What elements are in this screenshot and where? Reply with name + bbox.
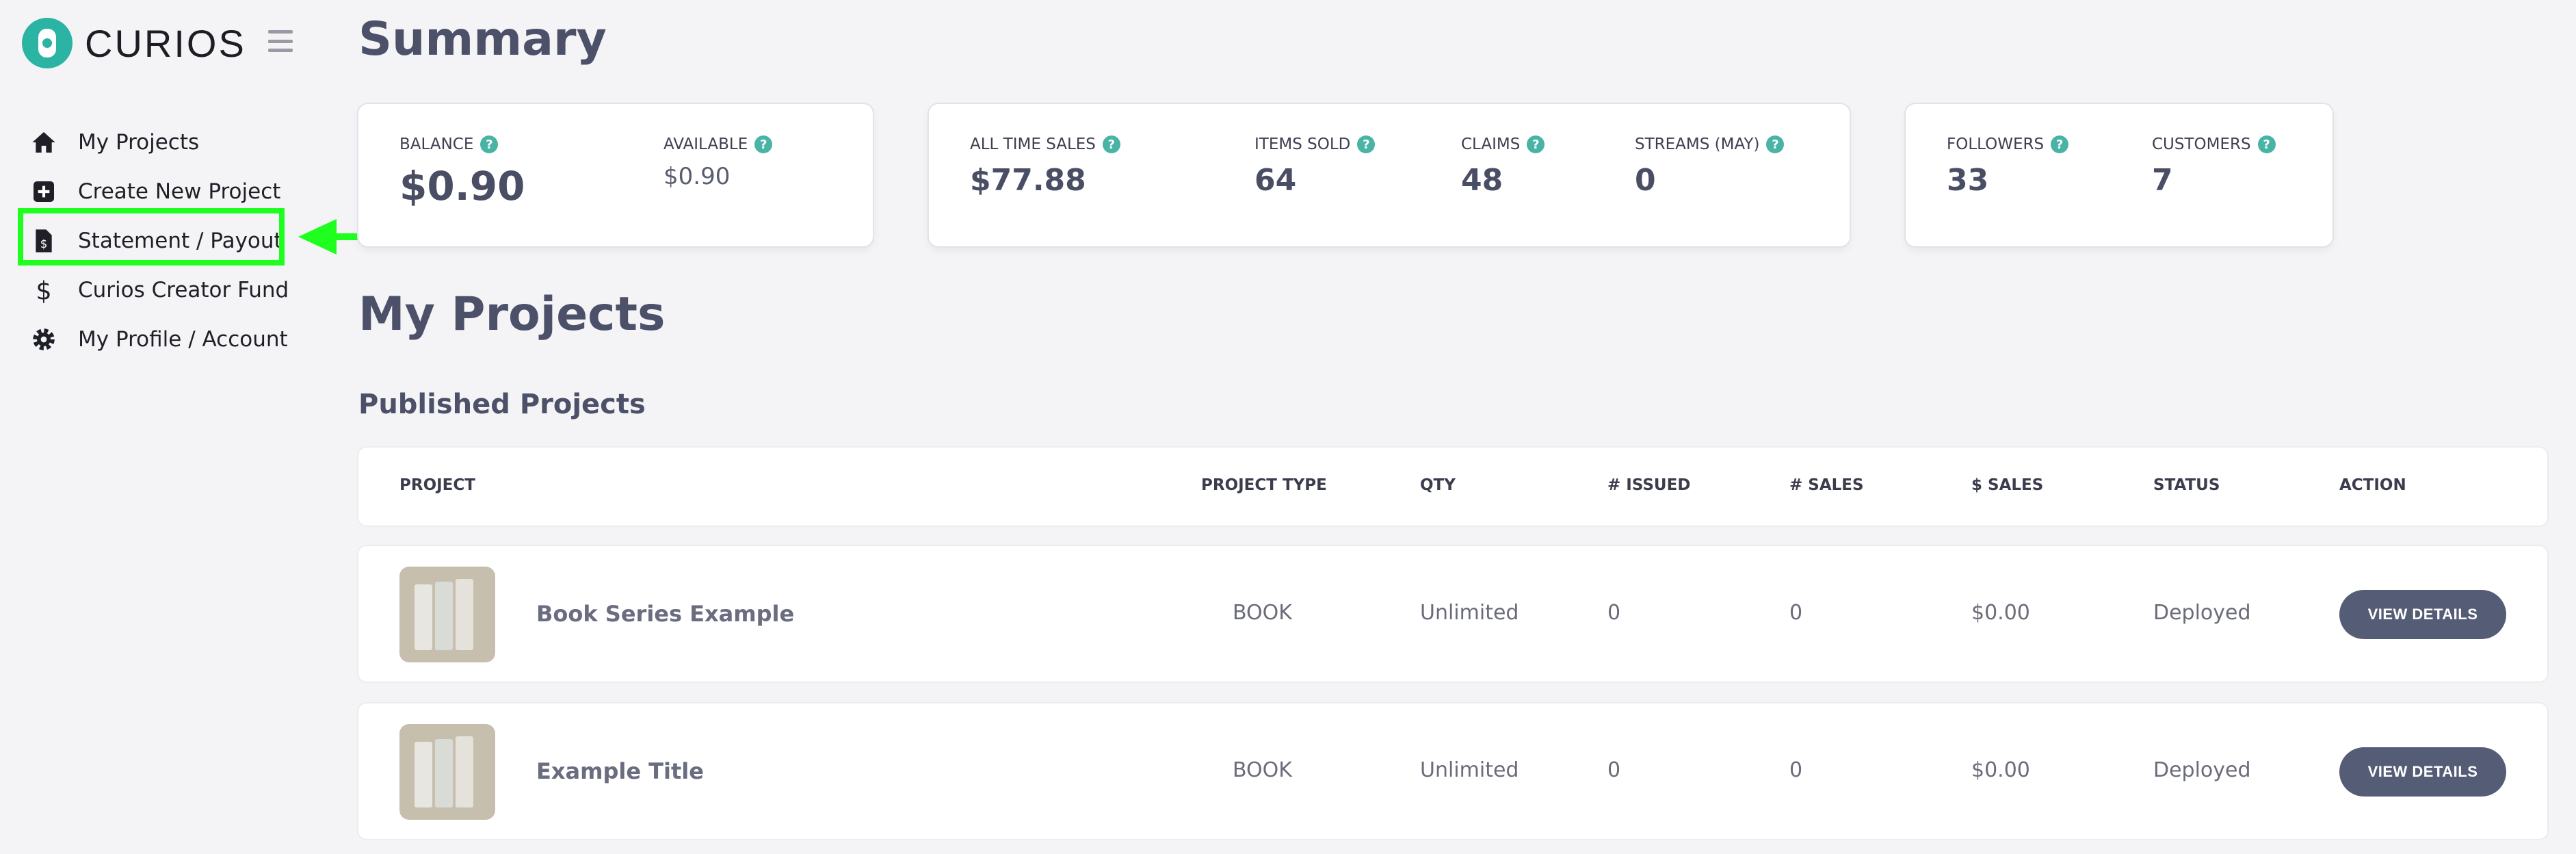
- audience-card: FOLLOWERS? 33 CUSTOMERS? 7: [1906, 104, 2332, 246]
- available-value: $0.90: [663, 163, 731, 190]
- column-project[interactable]: PROJECT: [399, 476, 475, 494]
- help-icon[interactable]: ?: [2257, 135, 2276, 153]
- curios-logo-icon: [22, 18, 73, 68]
- gear-icon: [27, 323, 60, 356]
- items-sold-stat: ITEMS SOLD? 64: [1254, 135, 1376, 198]
- sidebar-item-my-projects[interactable]: My Projects: [27, 118, 289, 167]
- customers-value: 7: [2152, 163, 2173, 198]
- claims-label: CLAIMS: [1461, 135, 1521, 153]
- sidebar-item-label: Create New Project: [78, 179, 281, 204]
- column-project-type[interactable]: PROJECT TYPE: [1201, 476, 1327, 494]
- streams-label: STREAMS (MAY): [1635, 135, 1760, 153]
- items-sold-label: ITEMS SOLD: [1254, 135, 1351, 153]
- column-action: ACTION: [2339, 476, 2406, 494]
- available-label: AVAILABLE: [663, 135, 748, 153]
- sidebar-item-profile-account[interactable]: My Profile / Account: [27, 315, 289, 364]
- sidebar-item-creator-fund[interactable]: $ Curios Creator Fund: [27, 266, 289, 315]
- all-time-sales-label: ALL TIME SALES: [970, 135, 1096, 153]
- followers-stat: FOLLOWERS? 33: [1947, 135, 2069, 198]
- followers-value: 33: [1947, 163, 1989, 198]
- streams-value: 0: [1635, 163, 1656, 198]
- customers-label: CUSTOMERS: [2152, 135, 2251, 153]
- project-issued: 0: [1607, 758, 1621, 782]
- help-icon[interactable]: ?: [1527, 135, 1545, 153]
- balance-value: $0.90: [399, 163, 525, 209]
- table-header: PROJECT PROJECT TYPE QTY # ISSUED # SALE…: [358, 448, 2547, 526]
- sales-card: ALL TIME SALES? $77.88 ITEMS SOLD? 64 CL…: [929, 104, 1850, 246]
- project-qty: Unlimited: [1420, 601, 1519, 625]
- customers-stat: CUSTOMERS? 7: [2152, 135, 2276, 198]
- sidebar-item-label: Curios Creator Fund: [78, 278, 289, 302]
- column-status[interactable]: STATUS: [2153, 476, 2220, 494]
- home-icon: [27, 126, 60, 159]
- project-title[interactable]: Book Series Example: [536, 601, 794, 627]
- dollar-icon: $: [27, 274, 60, 307]
- column-dollar-sales[interactable]: $ SALES: [1971, 476, 2043, 494]
- project-thumbnail: [399, 567, 495, 662]
- claims-stat: CLAIMS? 48: [1461, 135, 1545, 198]
- all-time-sales-stat: ALL TIME SALES? $77.88: [970, 135, 1120, 198]
- help-icon[interactable]: ?: [2051, 135, 2069, 153]
- balance-label: BALANCE: [399, 135, 474, 153]
- followers-label: FOLLOWERS: [1947, 135, 2045, 153]
- svg-text:$: $: [36, 276, 51, 304]
- help-icon[interactable]: ?: [1102, 135, 1120, 153]
- items-sold-value: 64: [1254, 163, 1297, 198]
- column-sales[interactable]: # SALES: [1789, 476, 1864, 494]
- project-issued: 0: [1607, 601, 1621, 625]
- view-details-button[interactable]: VIEW DETAILS: [2339, 747, 2506, 797]
- project-type: BOOK: [1233, 758, 1292, 782]
- balance-card: BALANCE? $0.90 AVAILABLE? $0.90: [358, 104, 873, 246]
- column-issued[interactable]: # ISSUED: [1607, 476, 1690, 494]
- sidebar-item-label: My Profile / Account: [78, 327, 288, 352]
- project-sales: 0: [1789, 601, 1803, 625]
- streams-stat: STREAMS (MAY)? 0: [1635, 135, 1785, 198]
- sidebar-item-label: My Projects: [78, 130, 200, 155]
- plus-square-icon: [27, 175, 60, 208]
- published-projects-title: Published Projects: [358, 389, 646, 420]
- project-title[interactable]: Example Title: [536, 758, 704, 784]
- project-dollar-sales: $0.00: [1971, 758, 2030, 782]
- view-details-button[interactable]: VIEW DETAILS: [2339, 590, 2506, 639]
- project-thumbnail: [399, 724, 495, 820]
- help-icon[interactable]: ?: [1357, 135, 1376, 153]
- page-title: Summary: [358, 12, 607, 66]
- claims-value: 48: [1461, 163, 1503, 198]
- project-type: BOOK: [1233, 601, 1292, 625]
- project-status: Deployed: [2153, 601, 2251, 625]
- available-stat: AVAILABLE? $0.90: [663, 135, 773, 190]
- logo[interactable]: CURIOS: [22, 18, 246, 68]
- help-icon[interactable]: ?: [754, 135, 773, 153]
- highlight-box: [18, 208, 285, 266]
- help-icon[interactable]: ?: [1766, 135, 1785, 153]
- menu-toggle-icon[interactable]: [268, 30, 293, 52]
- project-dollar-sales: $0.00: [1971, 601, 2030, 625]
- help-icon[interactable]: ?: [480, 135, 499, 153]
- project-sales: 0: [1789, 758, 1803, 782]
- table-row: Example Title BOOK Unlimited 0 0 $0.00 D…: [358, 703, 2547, 839]
- app-name: CURIOS: [85, 21, 246, 65]
- project-qty: Unlimited: [1420, 758, 1519, 782]
- column-qty[interactable]: QTY: [1420, 476, 1456, 494]
- projects-title: My Projects: [358, 287, 666, 341]
- all-time-sales-value: $77.88: [970, 163, 1086, 198]
- table-row: Book Series Example BOOK Unlimited 0 0 $…: [358, 546, 2547, 682]
- project-status: Deployed: [2153, 758, 2251, 782]
- balance-stat: BALANCE? $0.90: [399, 135, 525, 209]
